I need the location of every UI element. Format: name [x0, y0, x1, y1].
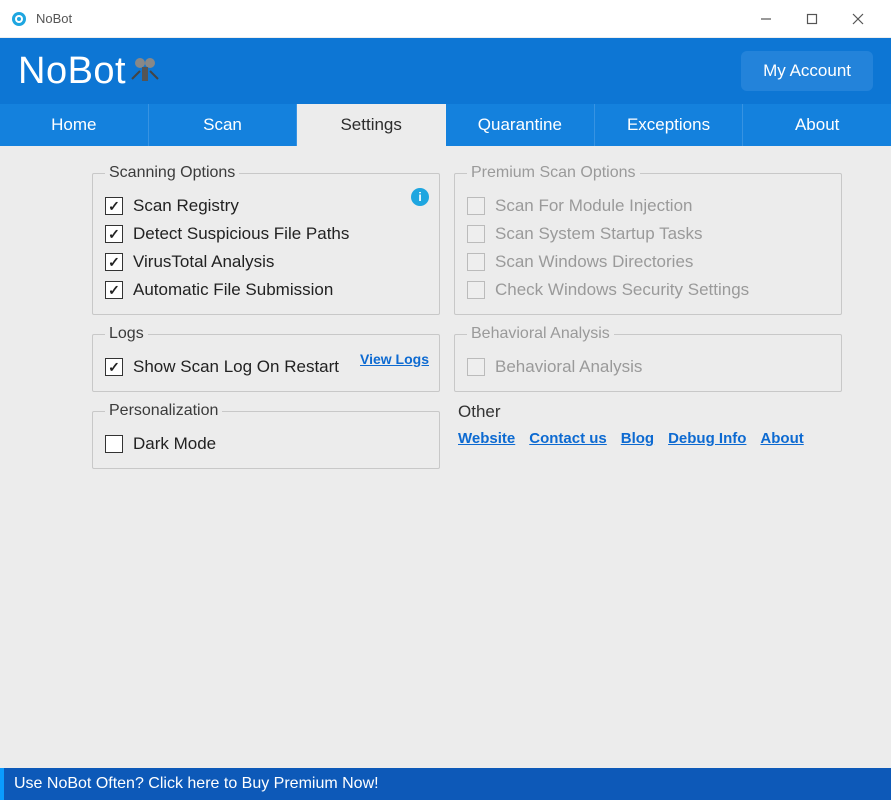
option-security-settings: Check Windows Security Settings: [467, 274, 829, 302]
checkbox-show-log-restart[interactable]: [105, 358, 123, 376]
link-blog[interactable]: Blog: [621, 430, 654, 447]
link-about[interactable]: About: [760, 430, 803, 447]
other-title: Other: [458, 402, 838, 422]
personalization-group: Personalization Dark Mode: [92, 402, 440, 469]
app-icon: [10, 10, 28, 28]
maximize-button[interactable]: [789, 4, 835, 34]
premium-footer[interactable]: Use NoBot Often? Click here to Buy Premi…: [0, 768, 891, 800]
personalization-legend: Personalization: [105, 402, 222, 420]
logs-group: Logs View Logs Show Scan Log On Restart: [92, 325, 440, 392]
option-windows-dirs: Scan Windows Directories: [467, 246, 829, 274]
option-module-injection: Scan For Module Injection: [467, 190, 829, 218]
window-titlebar: NoBot: [0, 0, 891, 38]
option-detect-paths[interactable]: Detect Suspicious File Paths: [105, 218, 427, 246]
other-links: Website Contact us Blog Debug Info About: [458, 430, 838, 447]
option-startup-tasks: Scan System Startup Tasks: [467, 218, 829, 246]
minimize-button[interactable]: [743, 4, 789, 34]
link-website[interactable]: Website: [458, 430, 515, 447]
option-virustotal[interactable]: VirusTotal Analysis: [105, 246, 427, 274]
premium-group: Premium Scan Options Scan For Module Inj…: [454, 164, 842, 315]
label-security-settings: Check Windows Security Settings: [495, 280, 749, 300]
view-logs-link[interactable]: View Logs: [360, 351, 429, 367]
app-logo: NoBot: [18, 50, 162, 93]
footer-text: Use NoBot Often? Click here to Buy Premi…: [14, 775, 379, 793]
label-dark-mode: Dark Mode: [133, 434, 216, 454]
option-scan-registry[interactable]: Scan Registry: [105, 190, 427, 218]
my-account-button[interactable]: My Account: [741, 51, 873, 91]
tab-about[interactable]: About: [743, 104, 891, 146]
behavioral-group: Behavioral Analysis Behavioral Analysis: [454, 325, 842, 392]
settings-right-column: Premium Scan Options Scan For Module Inj…: [454, 164, 842, 768]
checkbox-auto-submit[interactable]: [105, 281, 123, 299]
option-auto-submit[interactable]: Automatic File Submission: [105, 274, 427, 302]
link-contact[interactable]: Contact us: [529, 430, 607, 447]
label-scan-registry: Scan Registry: [133, 196, 239, 216]
premium-legend: Premium Scan Options: [467, 164, 640, 182]
checkbox-module-injection: [467, 197, 485, 215]
checkbox-virustotal[interactable]: [105, 253, 123, 271]
tab-home[interactable]: Home: [0, 104, 149, 146]
window-controls: [743, 4, 881, 34]
label-virustotal: VirusTotal Analysis: [133, 252, 274, 272]
logs-legend: Logs: [105, 325, 148, 343]
close-button[interactable]: [835, 4, 881, 34]
tab-scan[interactable]: Scan: [149, 104, 298, 146]
label-detect-paths: Detect Suspicious File Paths: [133, 224, 349, 244]
link-debug[interactable]: Debug Info: [668, 430, 746, 447]
tab-quarantine[interactable]: Quarantine: [446, 104, 595, 146]
label-startup-tasks: Scan System Startup Tasks: [495, 224, 703, 244]
option-behavioral: Behavioral Analysis: [467, 351, 829, 379]
tab-settings[interactable]: Settings: [297, 104, 446, 146]
info-icon[interactable]: i: [411, 188, 429, 206]
checkbox-behavioral: [467, 358, 485, 376]
settings-content: Scanning Options i Scan Registry Detect …: [0, 146, 891, 768]
label-module-injection: Scan For Module Injection: [495, 196, 693, 216]
scanning-options-group: Scanning Options i Scan Registry Detect …: [92, 164, 440, 315]
checkbox-startup-tasks: [467, 225, 485, 243]
label-auto-submit: Automatic File Submission: [133, 280, 333, 300]
logo-text: NoBot: [18, 50, 126, 93]
label-show-log-restart: Show Scan Log On Restart: [133, 357, 339, 377]
checkbox-windows-dirs: [467, 253, 485, 271]
app-banner: NoBot My Account: [0, 38, 891, 104]
checkbox-detect-paths[interactable]: [105, 225, 123, 243]
checkbox-scan-registry[interactable]: [105, 197, 123, 215]
settings-left-column: Scanning Options i Scan Registry Detect …: [92, 164, 440, 768]
scanning-options-legend: Scanning Options: [105, 164, 239, 182]
checkbox-dark-mode[interactable]: [105, 435, 123, 453]
behavioral-legend: Behavioral Analysis: [467, 325, 614, 343]
label-behavioral: Behavioral Analysis: [495, 357, 642, 377]
option-dark-mode[interactable]: Dark Mode: [105, 428, 427, 456]
other-section: Other Website Contact us Blog Debug Info…: [454, 402, 842, 447]
window-title: NoBot: [36, 11, 72, 26]
tab-exceptions[interactable]: Exceptions: [595, 104, 744, 146]
mascot-icon: [130, 53, 162, 89]
checkbox-security-settings: [467, 281, 485, 299]
main-tabs: Home Scan Settings Quarantine Exceptions…: [0, 104, 891, 146]
label-windows-dirs: Scan Windows Directories: [495, 252, 693, 272]
